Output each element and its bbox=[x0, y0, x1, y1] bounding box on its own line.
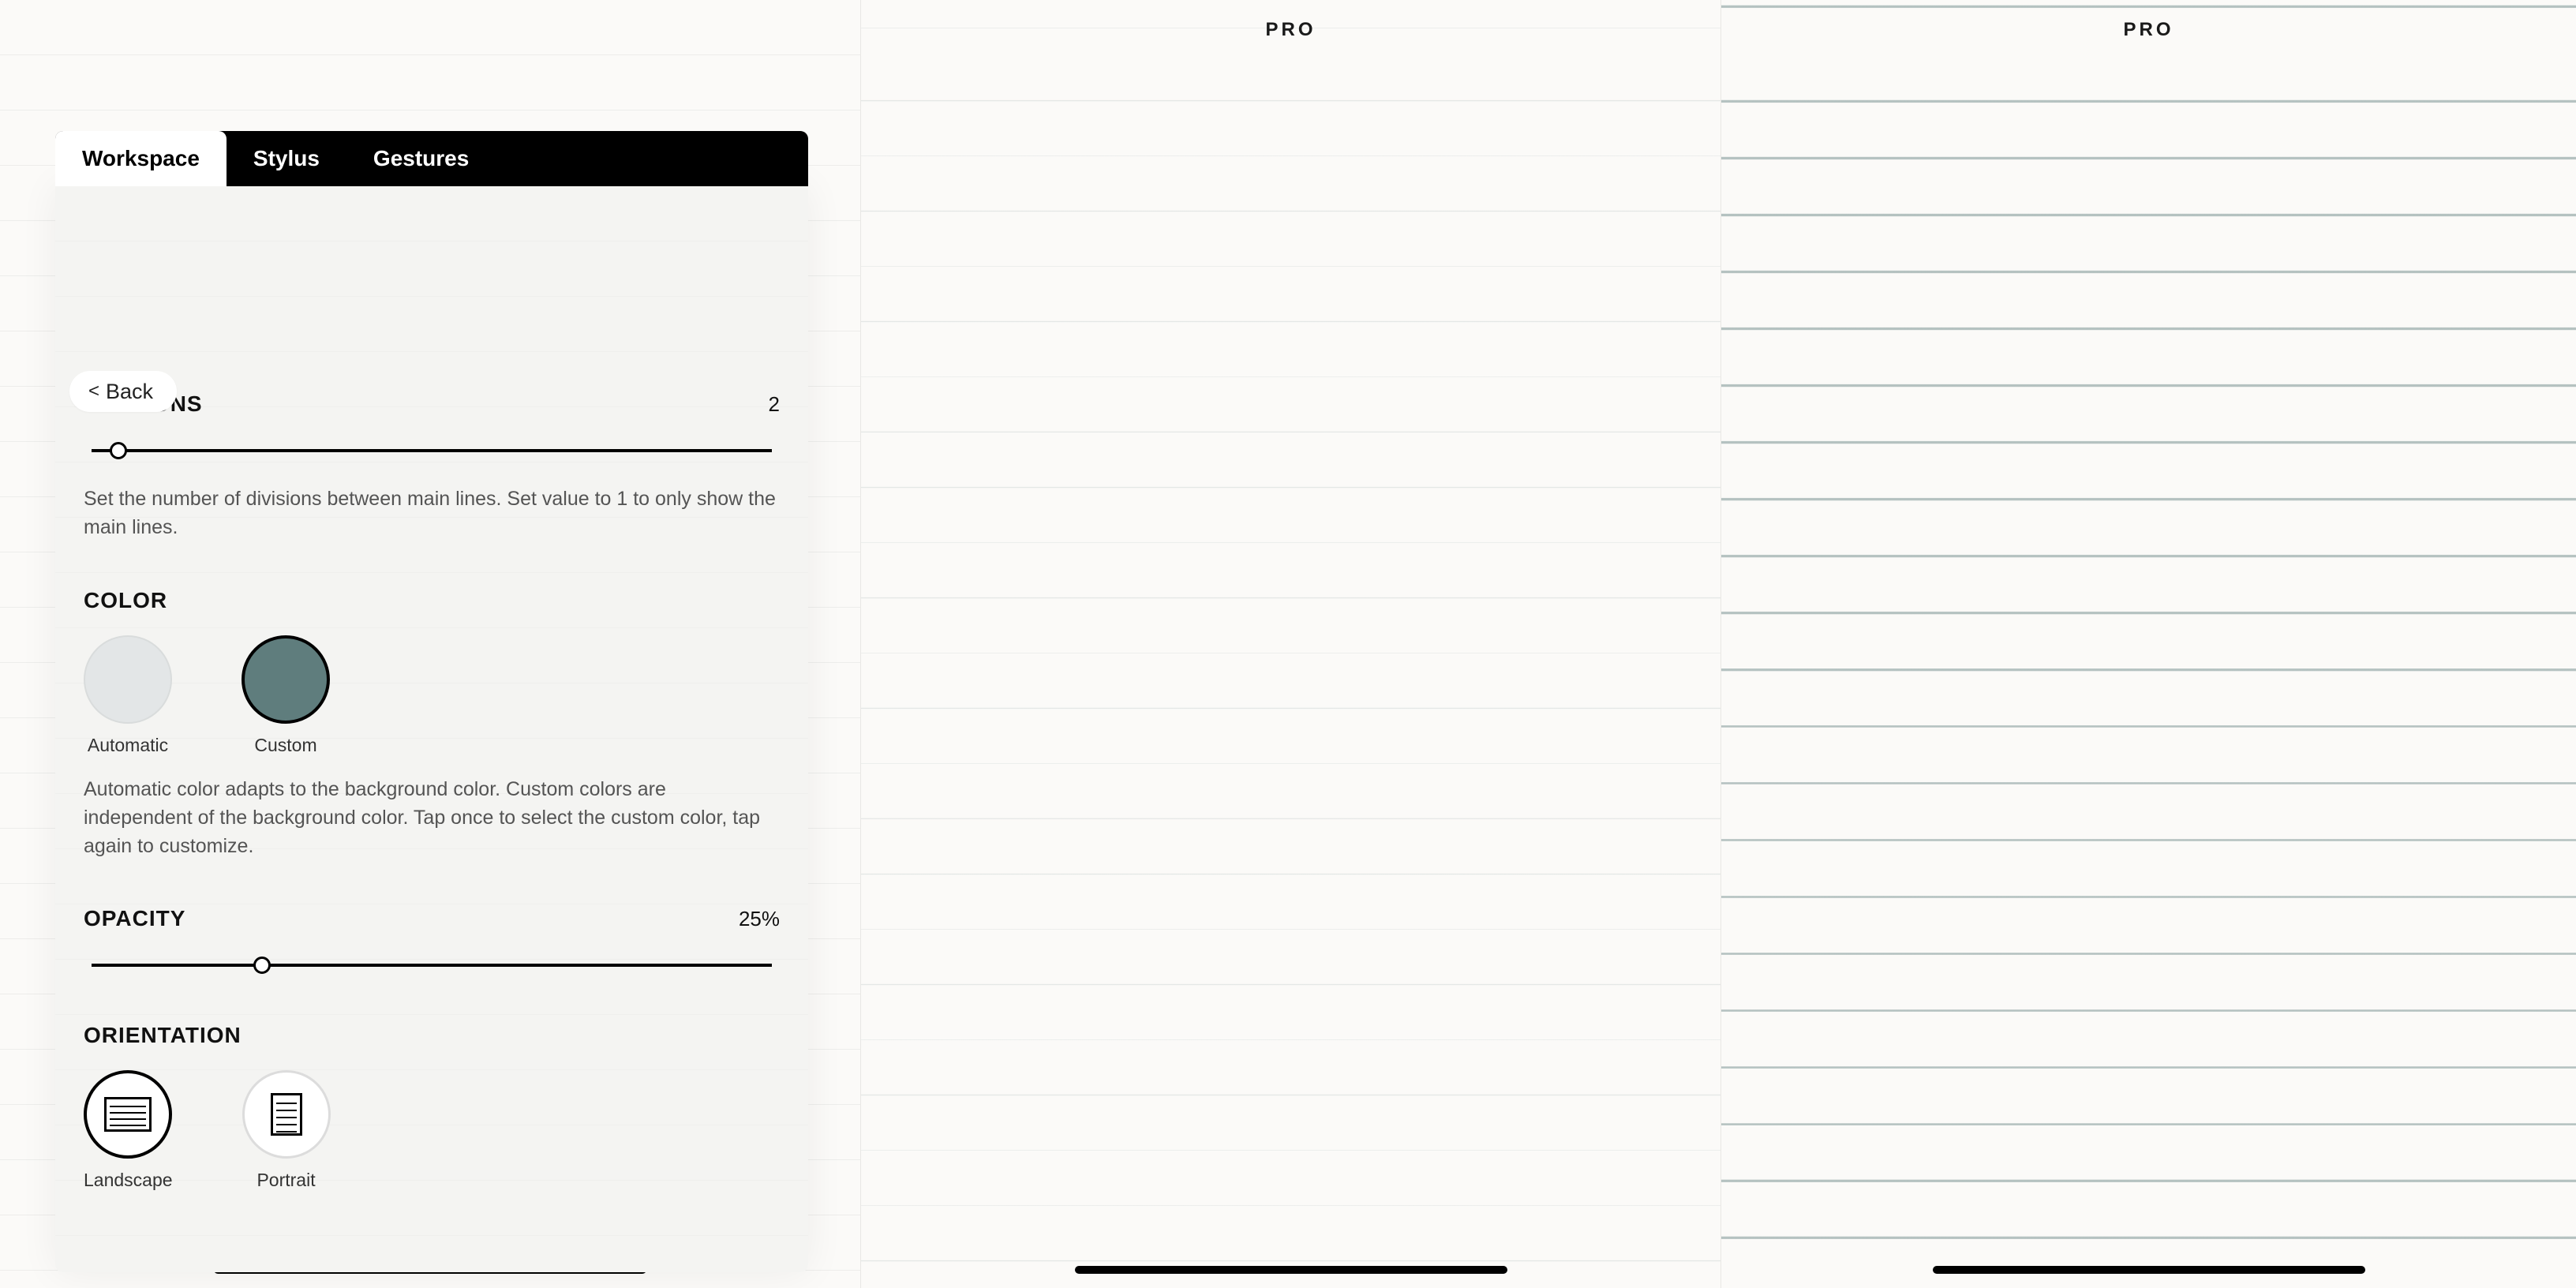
home-indicator bbox=[1075, 1266, 1507, 1274]
color-custom[interactable]: Custom bbox=[242, 635, 330, 756]
custom-swatch-icon bbox=[242, 635, 330, 724]
slider-track bbox=[92, 964, 772, 967]
portrait-label: Portrait bbox=[256, 1170, 315, 1191]
preview-mid: PRO bbox=[860, 0, 1720, 1288]
automatic-label: Automatic bbox=[88, 735, 168, 756]
slider-thumb[interactable] bbox=[253, 957, 271, 974]
slider-track bbox=[92, 449, 772, 452]
divisions-slider[interactable] bbox=[92, 439, 772, 462]
opacity-slider[interactable] bbox=[92, 953, 772, 977]
opacity-section: OPACITY 25% bbox=[55, 906, 808, 977]
automatic-swatch-icon bbox=[84, 635, 172, 724]
opacity-title: OPACITY bbox=[84, 906, 185, 931]
landscape-icon bbox=[84, 1070, 172, 1159]
tab-gestures[interactable]: Gestures bbox=[346, 131, 496, 186]
chevron-left-icon: < bbox=[88, 380, 99, 402]
color-section: COLOR Automatic Custom Automatic color a… bbox=[55, 588, 808, 861]
home-indicator bbox=[1933, 1266, 2365, 1274]
orientation-portrait[interactable]: Portrait bbox=[242, 1070, 331, 1191]
color-automatic[interactable]: Automatic bbox=[84, 635, 172, 756]
tab-stylus[interactable]: Stylus bbox=[227, 131, 346, 186]
landscape-label: Landscape bbox=[84, 1170, 173, 1191]
divisions-section: DIVISIONS 2 Set the number of divisions … bbox=[55, 391, 808, 542]
settings-column: Workspace Stylus Gestures < Back DIVISIO… bbox=[0, 0, 860, 1288]
slider-thumb[interactable] bbox=[110, 442, 127, 459]
back-label: Back bbox=[106, 380, 153, 404]
pro-badge: PRO bbox=[861, 19, 1720, 41]
back-button[interactable]: < Back bbox=[69, 371, 177, 412]
divisions-value: 2 bbox=[769, 392, 780, 417]
color-title: COLOR bbox=[84, 588, 167, 613]
divisions-help: Set the number of divisions between main… bbox=[84, 485, 780, 542]
orientation-landscape[interactable]: Landscape bbox=[84, 1070, 173, 1191]
portrait-icon bbox=[242, 1070, 331, 1159]
orientation-section: ORIENTATION Landscape bbox=[55, 1023, 808, 1191]
settings-tabs: Workspace Stylus Gestures bbox=[55, 131, 808, 186]
custom-label: Custom bbox=[254, 735, 316, 756]
orientation-title: ORIENTATION bbox=[84, 1023, 242, 1048]
color-help: Automatic color adapts to the background… bbox=[84, 775, 780, 861]
settings-panel: < Back DIVISIONS 2 Set the number of div… bbox=[55, 186, 808, 1272]
opacity-value: 25% bbox=[739, 907, 780, 931]
pro-badge: PRO bbox=[1721, 19, 2576, 41]
preview-right: PRO bbox=[1720, 0, 2576, 1288]
tab-workspace[interactable]: Workspace bbox=[55, 131, 227, 186]
